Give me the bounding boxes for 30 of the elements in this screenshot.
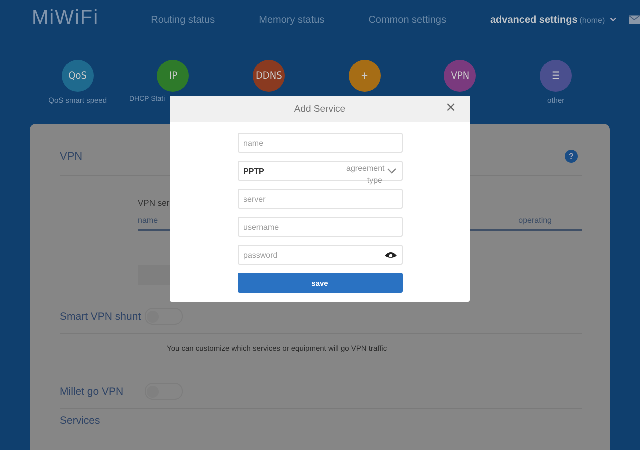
nav-link[interactable]: Routing status [151,14,216,26]
mail-icon[interactable] [628,15,640,25]
dialog-title: Add Service [294,104,346,114]
eye-icon[interactable] [384,251,396,259]
name-field[interactable]: name [238,133,402,153]
app-icon[interactable]: VPN [444,60,476,92]
app-icon[interactable]: ☰ [540,60,572,92]
setting-label: Millet go VPN [60,386,125,398]
close-button[interactable]: × [446,99,456,117]
app-icon[interactable]: DDNS [253,60,286,92]
nav-link[interactable]: Memory status [259,14,325,26]
chevron-down-icon[interactable] [610,17,617,23]
app-icon[interactable]: IP [157,60,190,92]
logo: MiWiFi [32,6,100,30]
nav-link[interactable]: advanced settings [490,14,578,26]
list-title: VPN ser [138,198,170,208]
section-title: VPN [60,150,83,162]
router-name[interactable]: (home) [580,16,606,24]
nav-link[interactable]: Common settings [368,14,446,26]
password-field[interactable]: password [238,245,402,265]
column-header: operating [518,216,552,225]
column-header: name [138,216,158,225]
app-icon[interactable]: + [348,60,381,92]
setting-label: Smart VPN shunt [60,310,142,322]
chevron-down-icon [386,168,396,174]
username-field[interactable]: username [238,217,402,237]
help-icon[interactable]: ? [565,150,578,163]
app-icon[interactable]: QoS [62,60,94,92]
server-field[interactable]: server [238,189,402,209]
setting-label: Services [60,415,102,427]
